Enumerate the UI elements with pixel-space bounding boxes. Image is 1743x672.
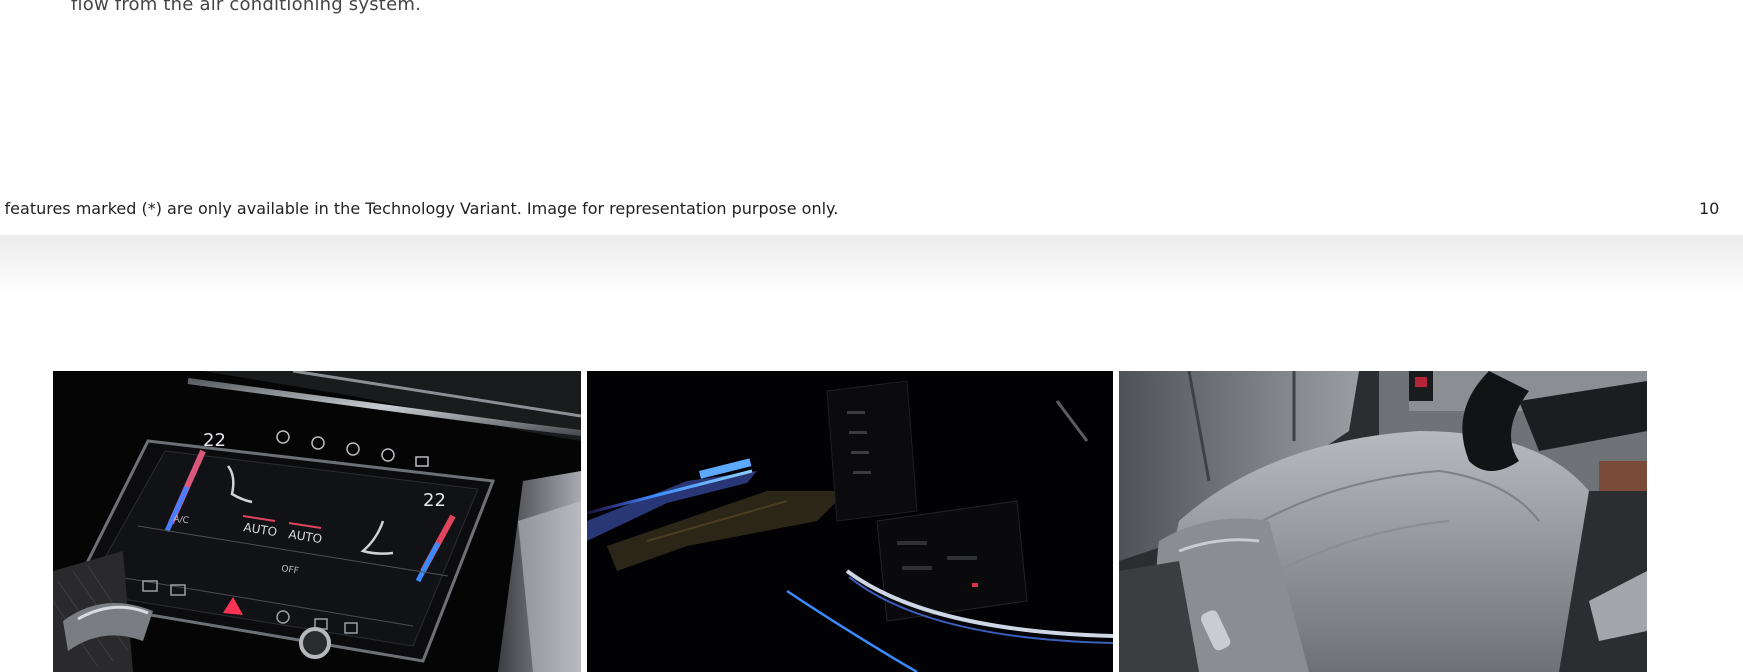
ambient-lighting-photo [587,371,1113,672]
page-separator [0,235,1743,370]
left-temp-readout: 22 [203,430,226,451]
right-temp-readout: 22 [423,490,446,511]
page-number: 10 [1699,199,1720,218]
climate-control-photo: 22 22 AUTO AUTO A/C OFF [53,371,581,672]
front-seat-photo [1119,371,1647,672]
disclaimer-footnote: l features marked (*) are only available… [0,199,839,218]
upper-page: flow from the air conditioning system. l… [0,0,1743,235]
body-text: flow from the air conditioning system. [71,0,421,15]
